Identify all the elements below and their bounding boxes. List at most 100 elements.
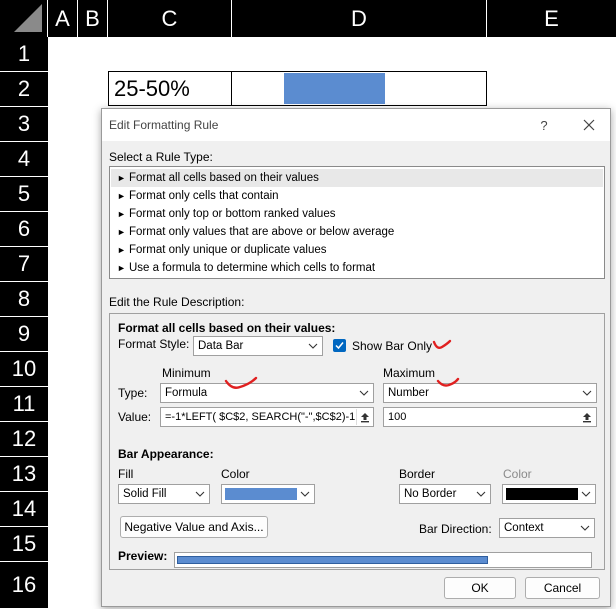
row-header-9[interactable]: 9 xyxy=(0,317,48,352)
row-header-12[interactable]: 12 xyxy=(0,422,48,457)
column-header-b[interactable]: B xyxy=(78,0,108,37)
ok-button[interactable]: OK xyxy=(444,577,516,599)
bar-appearance-label: Bar Appearance: xyxy=(118,447,214,461)
row-header-6[interactable]: 6 xyxy=(0,212,48,247)
upload-arrow-icon xyxy=(360,412,369,422)
rule-type-item[interactable]: ► Format only cells that contain xyxy=(111,187,603,205)
fill-color-label: Color xyxy=(221,467,250,481)
minimum-type-value: Formula xyxy=(165,387,208,399)
rule-type-item[interactable]: ► Format only unique or duplicate values xyxy=(111,241,603,259)
minimum-label: Minimum xyxy=(162,366,211,380)
rule-type-list[interactable]: ► Format all cells based on their values… xyxy=(109,166,605,279)
column-header-row: A B C D E xyxy=(0,0,616,37)
bar-direction-label: Bar Direction: xyxy=(419,522,492,536)
rule-type-item[interactable]: ► Format only values that are above or b… xyxy=(111,223,603,241)
bar-direction-dropdown[interactable]: Context xyxy=(499,518,595,538)
cancel-button[interactable]: Cancel xyxy=(525,577,600,599)
select-rule-type-label: Select a Rule Type: xyxy=(109,150,213,164)
arrow-right-icon: ► xyxy=(117,263,126,273)
preview-data-bar xyxy=(177,556,488,564)
rule-type-item[interactable]: ► Format only top or bottom ranked value… xyxy=(111,205,603,223)
rule-type-label: Format only unique or duplicate values xyxy=(129,244,327,256)
fill-color-picker[interactable] xyxy=(221,484,315,504)
red-annotation-mark xyxy=(436,377,460,387)
maximum-type-value: Number xyxy=(388,387,429,399)
row-header-10[interactable]: 10 xyxy=(0,352,48,387)
show-bar-only-checkbox[interactable] xyxy=(333,339,346,352)
help-button[interactable]: ? xyxy=(532,113,556,137)
checkmark-icon xyxy=(335,342,344,350)
row-header-15[interactable]: 15 xyxy=(0,527,48,562)
rule-type-item[interactable]: ► Format all cells based on their values xyxy=(111,169,603,187)
border-color-picker[interactable] xyxy=(502,484,596,504)
format-style-dropdown[interactable]: Data Bar xyxy=(193,336,323,356)
minimum-type-dropdown[interactable]: Formula xyxy=(160,383,374,403)
row-header-16[interactable]: 16 xyxy=(0,562,48,609)
fill-type-value: Solid Fill xyxy=(123,488,167,500)
chevron-down-icon xyxy=(191,485,209,503)
dialog-title: Edit Formatting Rule xyxy=(109,118,219,132)
row-header-13[interactable]: 13 xyxy=(0,457,48,492)
rule-type-label: Use a formula to determine which cells t… xyxy=(129,262,376,274)
row-header-1[interactable]: 1 xyxy=(0,37,48,72)
description-heading: Format all cells based on their values: xyxy=(118,321,336,335)
minimum-range-select-button[interactable] xyxy=(356,409,372,425)
rule-type-label: Format only cells that contain xyxy=(129,190,279,202)
cell-d2[interactable] xyxy=(231,71,487,106)
red-annotation-mark xyxy=(432,339,452,350)
close-button[interactable] xyxy=(576,113,602,137)
cell-d2-data-bar xyxy=(284,73,385,104)
value-label: Value: xyxy=(118,410,152,424)
format-style-value: Data Bar xyxy=(198,340,244,352)
preview-box xyxy=(174,552,592,568)
row-header-3[interactable]: 3 xyxy=(0,107,48,142)
border-label: Border xyxy=(399,467,436,481)
fill-type-dropdown[interactable]: Solid Fill xyxy=(118,484,210,504)
column-header-a[interactable]: A xyxy=(48,0,78,37)
rule-description-panel: Format all cells based on their values: … xyxy=(109,313,605,570)
format-style-label: Format Style: xyxy=(118,337,190,351)
bar-direction-value: Context xyxy=(504,522,544,534)
maximum-label: Maximum xyxy=(383,366,436,380)
row-header-4[interactable]: 4 xyxy=(0,142,48,177)
chevron-down-icon xyxy=(577,485,595,503)
close-icon xyxy=(583,119,595,131)
arrow-right-icon: ► xyxy=(117,173,126,183)
minimum-value-input[interactable]: =-1*LEFT( $C$2, SEARCH("-",$C$2)-1 xyxy=(160,407,374,427)
column-header-e[interactable]: E xyxy=(487,0,616,37)
maximum-value-input[interactable]: 100 xyxy=(383,407,597,427)
chevron-down-icon xyxy=(355,384,373,402)
negative-value-axis-button[interactable]: Negative Value and Axis... xyxy=(120,516,268,538)
maximum-range-select-button[interactable] xyxy=(579,409,595,425)
chevron-down-icon xyxy=(304,337,322,355)
row-header-7[interactable]: 7 xyxy=(0,247,48,282)
select-all-corner[interactable] xyxy=(0,0,48,37)
rule-type-item[interactable]: ► Use a formula to determine which cells… xyxy=(111,259,603,277)
upload-arrow-icon xyxy=(583,412,591,422)
column-header-c[interactable]: C xyxy=(108,0,232,37)
dialog-titlebar[interactable]: Edit Formatting Rule ? xyxy=(102,109,610,141)
rule-type-label: Format only values that are above or bel… xyxy=(129,226,395,238)
column-header-d[interactable]: D xyxy=(232,0,487,37)
red-annotation-mark xyxy=(224,376,258,389)
cell-c2[interactable]: 25-50% xyxy=(108,71,232,106)
maximum-type-dropdown[interactable]: Number xyxy=(383,383,597,403)
row-header-2[interactable]: 2 xyxy=(0,72,48,107)
show-bar-only-label[interactable]: Show Bar Only xyxy=(352,339,432,353)
fill-color-swatch xyxy=(225,488,297,500)
chevron-down-icon xyxy=(576,519,594,537)
row-header-14[interactable]: 14 xyxy=(0,492,48,527)
arrow-right-icon: ► xyxy=(117,245,126,255)
rule-type-label: Format only top or bottom ranked values xyxy=(129,208,336,220)
rule-type-label: Format all cells based on their values xyxy=(129,172,319,184)
preview-label: Preview: xyxy=(118,549,168,563)
chevron-down-icon xyxy=(578,384,596,402)
chevron-down-icon xyxy=(472,485,490,503)
row-header-11[interactable]: 11 xyxy=(0,387,48,422)
arrow-right-icon: ► xyxy=(117,227,126,237)
row-header-8[interactable]: 8 xyxy=(0,282,48,317)
row-header-5[interactable]: 5 xyxy=(0,177,48,212)
border-type-dropdown[interactable]: No Border xyxy=(399,484,491,504)
select-all-triangle-icon xyxy=(14,4,42,32)
arrow-right-icon: ► xyxy=(117,191,126,201)
